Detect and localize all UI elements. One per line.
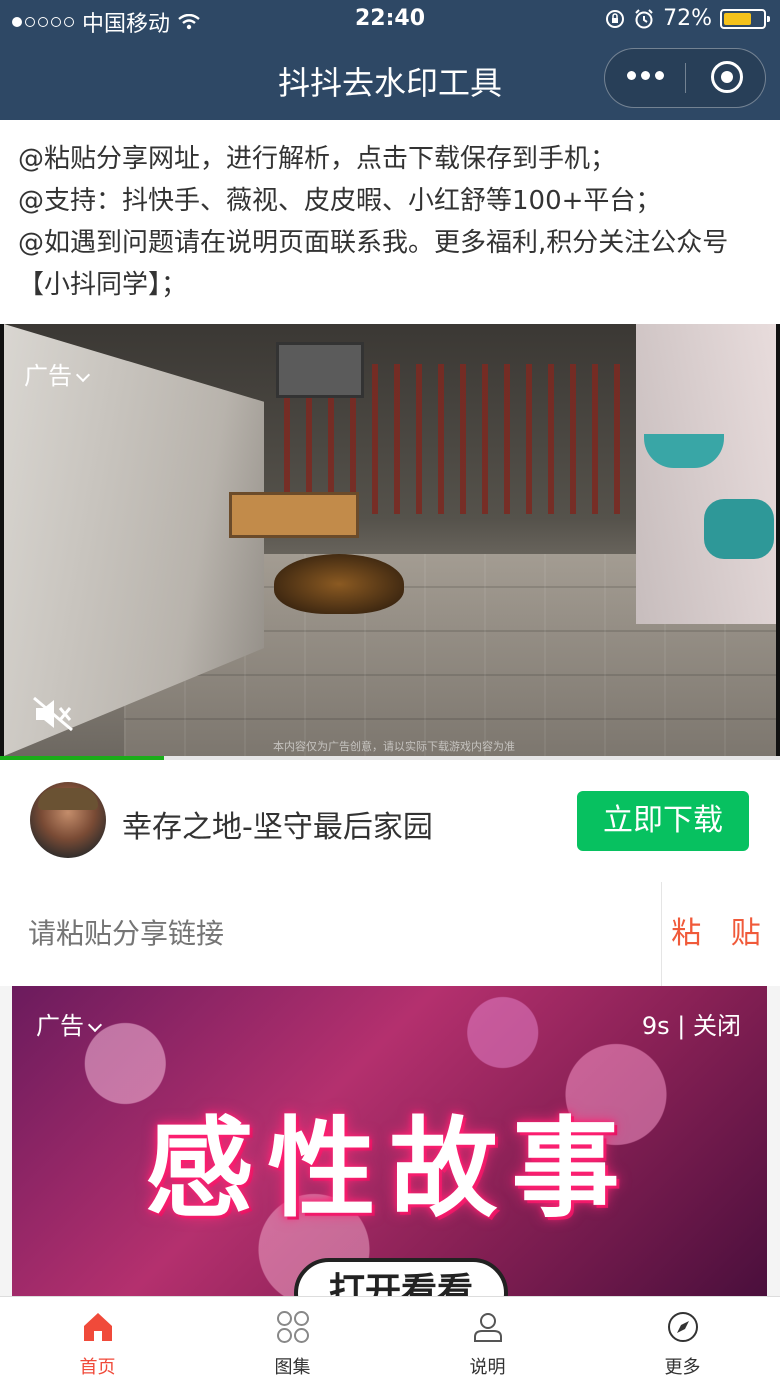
tab-home[interactable]: 首页	[0, 1297, 195, 1387]
tab-label: 图集	[274, 1357, 311, 1378]
nav-bar: 抖抖去水印工具	[0, 40, 780, 120]
mute-icon[interactable]	[32, 696, 76, 732]
tab-label: 首页	[79, 1357, 116, 1378]
app-avatar[interactable]	[30, 782, 106, 858]
paste-bar: 粘 贴	[0, 882, 780, 986]
ad-close-countdown[interactable]: 9s | 关闭	[642, 1006, 741, 1041]
battery-fill	[724, 12, 751, 25]
share-link-input[interactable]	[0, 882, 660, 986]
chevron-down-icon	[75, 367, 91, 383]
dog-figure	[274, 554, 404, 614]
video-ad[interactable]: 广告 本内容仅为广告创意，请以实际下载游戏内容为准	[0, 324, 780, 760]
ad-label[interactable]: 广告	[36, 1006, 103, 1041]
status-right: 72%	[605, 6, 770, 31]
more-menu-icon[interactable]	[627, 71, 664, 80]
tab-gallery[interactable]: 图集	[195, 1297, 390, 1387]
tab-more[interactable]: 更多	[585, 1297, 780, 1387]
banner-ad[interactable]: 广告 9s | 关闭 感性故事 打开看看	[12, 986, 767, 1296]
chevron-down-icon	[87, 1017, 103, 1033]
intro-line: @如遇到问题请在说明页面联系我。更多福利,积分关注公众号【小抖同学】；	[18, 228, 729, 300]
toilet-prop	[704, 499, 774, 559]
tab-instructions[interactable]: 说明	[390, 1297, 585, 1387]
compass-icon	[667, 1312, 698, 1342]
tab-bar: 首页 图集 说明 更多	[0, 1296, 780, 1387]
app-name[interactable]: 幸存之地-坚守最后家园	[122, 802, 433, 846]
ad-video-frame[interactable]: 广告 本内容仅为广告创意，请以实际下载游戏内容为准	[4, 324, 776, 756]
download-button[interactable]: 立即下载	[577, 791, 749, 851]
ad-label[interactable]: 广告	[24, 356, 91, 391]
home-icon	[83, 1313, 112, 1341]
paste-button[interactable]: 粘 贴	[662, 882, 780, 986]
battery-percent: 72%	[663, 6, 712, 31]
intro-line: @支持：抖快手、薇视、皮皮暇、小红舒等100+平台；	[18, 186, 662, 216]
ad-label-text: 广告	[24, 362, 72, 390]
intro-line: @粘贴分享网址，进行解析，点击下载保存到手机；	[18, 144, 617, 174]
tab-label: 说明	[469, 1357, 506, 1378]
bed-prop	[229, 492, 359, 538]
battery-icon	[720, 8, 770, 29]
rotation-lock-icon	[606, 9, 625, 28]
user-icon	[473, 1313, 502, 1342]
tab-label: 更多	[664, 1357, 701, 1378]
close-target-icon[interactable]	[711, 61, 743, 93]
grid-icon	[276, 1311, 309, 1343]
ad-headline: 感性故事	[145, 1107, 634, 1232]
alarm-icon	[635, 8, 653, 28]
status-bar: 中国移动 22:40 72%	[0, 0, 780, 40]
capsule-divider	[685, 63, 686, 93]
open-ad-button[interactable]: 打开看看	[294, 1258, 508, 1296]
mini-program-capsule	[604, 48, 766, 108]
ad-label-text: 广告	[36, 1012, 84, 1040]
tv-prop	[276, 342, 364, 398]
ad-app-row[interactable]: 幸存之地-坚守最后家园 立即下载	[0, 760, 780, 883]
ad-disclaimer: 本内容仅为广告创意，请以实际下载游戏内容为准	[273, 740, 515, 753]
intro-text: @粘贴分享网址，进行解析，点击下载保存到手机； @支持：抖快手、薇视、皮皮暇、小…	[0, 120, 780, 324]
